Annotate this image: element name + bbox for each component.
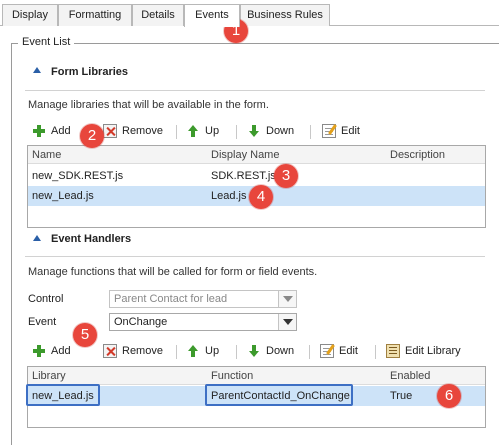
library-name-cell: new_SDK.REST.js	[32, 170, 124, 182]
tab-events[interactable]: Events	[184, 4, 240, 27]
add-label: Add	[51, 345, 71, 357]
move-up-button[interactable]: Up	[186, 122, 219, 140]
column-header-name[interactable]: Name	[32, 149, 61, 161]
arrow-down-icon	[247, 124, 261, 138]
handler-up-button[interactable]: Up	[186, 342, 219, 360]
column-header-library[interactable]: Library	[32, 370, 66, 382]
remove-handler-button[interactable]: Remove	[103, 342, 163, 360]
event-select[interactable]: OnChange	[109, 313, 297, 331]
remove-label: Remove	[122, 345, 163, 357]
table-row[interactable]: new_SDK.REST.js SDK.REST.js	[28, 166, 485, 186]
divider	[25, 90, 485, 91]
collapse-arrow-icon[interactable]	[33, 67, 41, 73]
up-label: Up	[205, 345, 220, 357]
toolbar-separator	[310, 125, 311, 139]
toolbar-separator	[236, 125, 237, 139]
move-down-button[interactable]: Down	[247, 122, 294, 140]
library-icon	[386, 344, 400, 358]
tab-display[interactable]: Display	[2, 4, 58, 26]
library-display-name-cell: SDK.REST.js	[211, 170, 276, 182]
plus-icon	[32, 124, 46, 138]
library-name-cell: new_Lead.js	[32, 190, 94, 202]
edit-library-button[interactable]: Edit	[322, 122, 360, 140]
event-handlers-description: Manage functions that will be called for…	[28, 266, 318, 278]
edit-icon	[322, 124, 336, 138]
event-value: OnChange	[114, 316, 168, 328]
divider	[25, 256, 485, 257]
grid-header: Library Function Enabled	[28, 367, 485, 385]
column-header-description[interactable]: Description	[390, 149, 445, 161]
library-display-name-cell: Lead.js	[211, 190, 247, 202]
highlight-library-box	[26, 384, 100, 406]
add-library-button[interactable]: Add	[32, 122, 71, 140]
chevron-down-icon[interactable]	[278, 291, 296, 307]
add-label: Add	[51, 125, 71, 137]
control-value: Parent Contact for lead	[114, 293, 228, 305]
edit-library-handler-button[interactable]: Edit Library	[386, 342, 461, 360]
event-label: Event	[28, 316, 57, 328]
arrow-up-icon	[186, 124, 200, 138]
control-select[interactable]: Parent Contact for lead	[109, 290, 297, 308]
column-header-display-name[interactable]: Display Name	[211, 149, 279, 161]
remove-icon	[103, 124, 117, 138]
arrow-up-icon	[186, 344, 200, 358]
column-header-function[interactable]: Function	[211, 370, 253, 382]
remove-label: Remove	[122, 125, 163, 137]
arrow-down-icon	[247, 344, 261, 358]
callout-badge: 6	[437, 384, 461, 408]
toolbar-separator	[176, 125, 177, 139]
column-header-enabled[interactable]: Enabled	[390, 370, 430, 382]
highlight-function-box	[205, 384, 353, 406]
up-label: Up	[205, 125, 220, 137]
chevron-down-icon[interactable]	[278, 314, 296, 330]
add-handler-button[interactable]: Add	[32, 342, 71, 360]
plus-icon	[32, 344, 46, 358]
handler-enabled-cell: True	[390, 390, 413, 402]
callout-badge: 5	[73, 323, 97, 347]
callout-badge: 4	[249, 185, 273, 209]
handler-down-button[interactable]: Down	[247, 342, 294, 360]
down-label: Down	[266, 345, 295, 357]
control-label: Control	[28, 293, 64, 305]
edit-handler-button[interactable]: Edit	[320, 342, 358, 360]
down-label: Down	[266, 125, 295, 137]
event-handlers-heading: Event Handlers	[51, 233, 132, 245]
toolbar-separator	[375, 345, 376, 359]
callout-badge: 2	[80, 124, 104, 148]
callout-badge: 3	[274, 164, 298, 188]
tab-business-rules[interactable]: Business Rules	[240, 4, 330, 26]
form-libraries-heading: Form Libraries	[51, 66, 129, 78]
edit-label: Edit	[341, 125, 360, 137]
event-list-legend: Event List	[18, 36, 75, 48]
edit-library-label: Edit Library	[405, 345, 461, 357]
tab-details[interactable]: Details	[132, 4, 184, 26]
edit-icon	[320, 344, 334, 358]
edit-label: Edit	[339, 345, 358, 357]
remove-library-button[interactable]: Remove	[103, 122, 163, 140]
grid-header: Name Display Name Description	[28, 146, 485, 164]
remove-icon	[103, 344, 117, 358]
tab-formatting[interactable]: Formatting	[58, 4, 132, 26]
toolbar-separator	[236, 345, 237, 359]
form-libraries-description: Manage libraries that will be available …	[28, 99, 269, 111]
toolbar-separator	[176, 345, 177, 359]
collapse-arrow-icon[interactable]	[33, 235, 41, 241]
toolbar-separator	[309, 345, 310, 359]
